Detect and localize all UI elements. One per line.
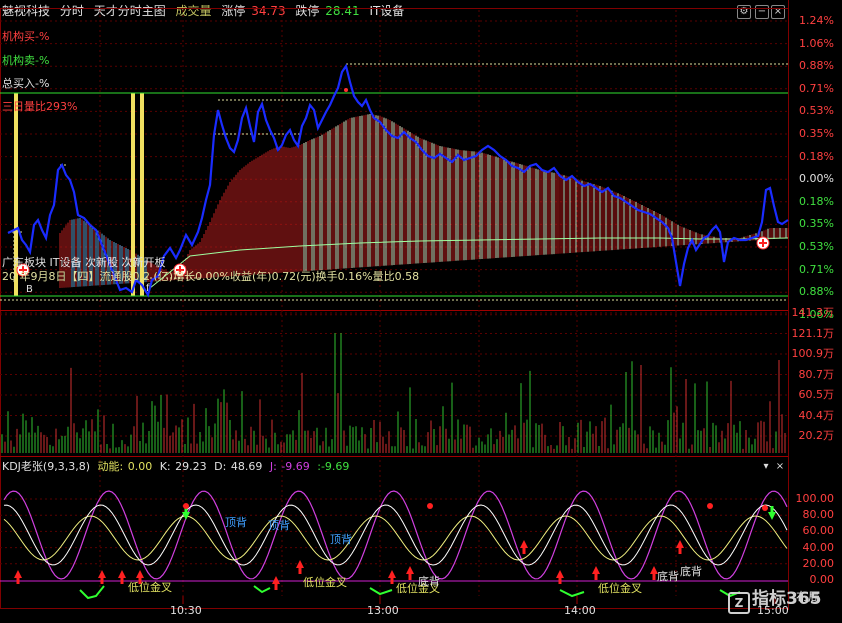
kdj-axis-label: 60.00 xyxy=(802,524,835,538)
kdj-top-dot xyxy=(762,505,768,511)
price-axis-label: 0.53% xyxy=(799,240,834,253)
total-buy-label: 总买入-% xyxy=(2,77,50,90)
volume-axis-label: 100.9万 xyxy=(791,347,835,360)
kdj-extra-value: :-9.69 xyxy=(317,460,350,473)
time-label-1400: 14:00 xyxy=(564,604,596,617)
kdj-momentum-label: 动能: xyxy=(97,460,124,473)
kdj-k-value: 29.23 xyxy=(175,460,207,473)
kdj-up-arrow xyxy=(296,560,304,568)
kdj-d-label: D: xyxy=(214,460,227,473)
time-label-1300: 13:00 xyxy=(367,604,399,617)
price-axis-label: 0.53% xyxy=(799,104,834,118)
kdj-annotation-bottom3: 底背 xyxy=(680,565,702,578)
price-axis-label: 0.35% xyxy=(799,127,834,140)
kdj-top-dot xyxy=(707,503,713,509)
kdj-j-label: J: xyxy=(269,460,277,473)
volume-axis-label: 20.2万 xyxy=(798,429,835,442)
watermark-icon: Z xyxy=(728,592,750,614)
kdj-up-arrow xyxy=(388,570,396,578)
kdj-axis-label: 100.00 xyxy=(795,492,835,505)
kdj-up-arrow-stem xyxy=(274,584,278,590)
kdj-up-arrow-stem xyxy=(522,548,526,554)
kdj-k-line xyxy=(3,504,788,566)
volume-axis-label: 80.7万 xyxy=(798,367,835,381)
kdj-green-line xyxy=(79,585,105,600)
kdj-up-arrow xyxy=(592,566,600,574)
price-axis-label: 0.71% xyxy=(799,262,834,276)
kdj-up-arrow-stem xyxy=(390,578,394,584)
kdj-header: KDJ老张(9,3,3,8) 动能: 0.00 K: 29.23 D: 48.6… xyxy=(2,460,353,474)
kdj-annotation-top2: 顶背 xyxy=(268,519,290,532)
kdj-annotation-bottom2: 底背 xyxy=(657,570,679,583)
kdj-top-dot xyxy=(427,503,433,509)
kdj-up-arrow xyxy=(98,570,106,578)
volume-axis-label: 40.4万 xyxy=(798,408,835,422)
kdj-up-arrow-stem xyxy=(16,578,20,584)
kdj-axis-label: 20.00 xyxy=(802,556,835,570)
volume-bars xyxy=(1,333,786,453)
watermark-text: 指标365 xyxy=(752,589,822,609)
volume-axis-label: 60.5万 xyxy=(798,388,835,401)
time-label-1030: 10:30 xyxy=(170,604,202,617)
price-axis-label: 0.88% xyxy=(799,285,834,299)
kdj-up-arrow-stem xyxy=(678,548,682,554)
kdj-annotation-top3: 顶背 xyxy=(330,533,352,546)
kdj-green-segment xyxy=(559,589,585,598)
kdj-up-arrow-stem xyxy=(652,574,656,580)
kdj-annotation-low1: 低位金叉 xyxy=(128,581,172,594)
kdj-annotation-top1: 顶背 xyxy=(225,516,247,529)
kdj-up-arrow xyxy=(556,570,564,578)
kdj-annotation-low4: 低位金叉 xyxy=(598,582,642,595)
dropdown-icon[interactable]: ▾ xyxy=(760,461,772,473)
kdj-up-arrow xyxy=(272,576,280,584)
kdj-green-segment xyxy=(369,587,393,596)
price-axis-label: 0.18% xyxy=(799,149,834,163)
price-axis-label: 0.18% xyxy=(799,194,834,208)
kdj-j-line xyxy=(3,490,788,580)
volume-axis-label: 141.3万 xyxy=(791,306,835,319)
kdj-up-arrow-stem xyxy=(100,578,104,584)
inst-sell-label: 机构卖-% xyxy=(2,54,50,67)
kdj-up-arrow-stem xyxy=(298,568,302,574)
price-axis-label: 1.24% xyxy=(799,14,834,27)
kdj-annotation-low2: 低位金叉 xyxy=(303,576,347,589)
kdj-axis-label: 80.00 xyxy=(802,508,835,522)
kdj-k-label: K: xyxy=(159,460,171,473)
kdj-up-arrow xyxy=(136,570,144,578)
kdj-up-arrow-stem xyxy=(120,578,124,584)
peak-dot xyxy=(344,88,348,92)
kdj-d-line xyxy=(3,515,788,561)
price-axis-label: 0.71% xyxy=(799,81,834,95)
kdj-top-dot xyxy=(183,503,189,509)
kdj-up-arrow xyxy=(14,570,22,578)
kdj-annotation-bottom1: 底背 xyxy=(418,575,440,588)
kdj-up-arrow-stem xyxy=(558,578,562,584)
kdj-up-arrow xyxy=(520,540,528,548)
chart-canvas[interactable] xyxy=(0,0,842,623)
inst-buy-label: 机构买-% xyxy=(2,30,50,43)
kdj-down-arrow xyxy=(768,512,776,520)
kdj-up-arrow xyxy=(118,570,126,578)
price-axis-label: 1.06% xyxy=(799,36,834,50)
kdj-up-arrow xyxy=(406,566,414,574)
kdj-up-arrow xyxy=(676,540,684,548)
price-axis-label: 0.35% xyxy=(799,217,834,231)
volume-axis-label: 121.1万 xyxy=(791,326,835,340)
kdj-momentum-value: 0.00 xyxy=(127,460,153,473)
kdj-j-value: -9.69 xyxy=(281,460,310,473)
watermark-logo: Z 指标365 xyxy=(728,584,832,614)
kdj-axis-label: 40.00 xyxy=(802,540,835,554)
three-day-ratio-label: 三日量比293% xyxy=(2,100,78,113)
chart-window: 魅视科技 分时 天才分时主图 成交量 涨停 34.73 跌停 28.41 IT设… xyxy=(0,0,842,623)
kdj-green-segment xyxy=(253,585,271,594)
kdj-d-value: 48.69 xyxy=(230,460,263,473)
kdj-close-icon[interactable]: × xyxy=(774,461,786,473)
kdj-down-arrow-stem xyxy=(770,506,774,512)
stock-info-line: 20 年9月8日【四】流通股0.2 (亿)增长0.00%收益(年)0.72(元)… xyxy=(2,270,420,283)
b-marker: B xyxy=(26,284,33,295)
kdj-name[interactable]: KDJ老张(9,3,3,8) xyxy=(2,460,90,473)
f-marker: f xyxy=(146,283,150,294)
price-axis-label: 0.00% xyxy=(799,172,834,186)
price-axis-label: 0.88% xyxy=(799,59,834,73)
